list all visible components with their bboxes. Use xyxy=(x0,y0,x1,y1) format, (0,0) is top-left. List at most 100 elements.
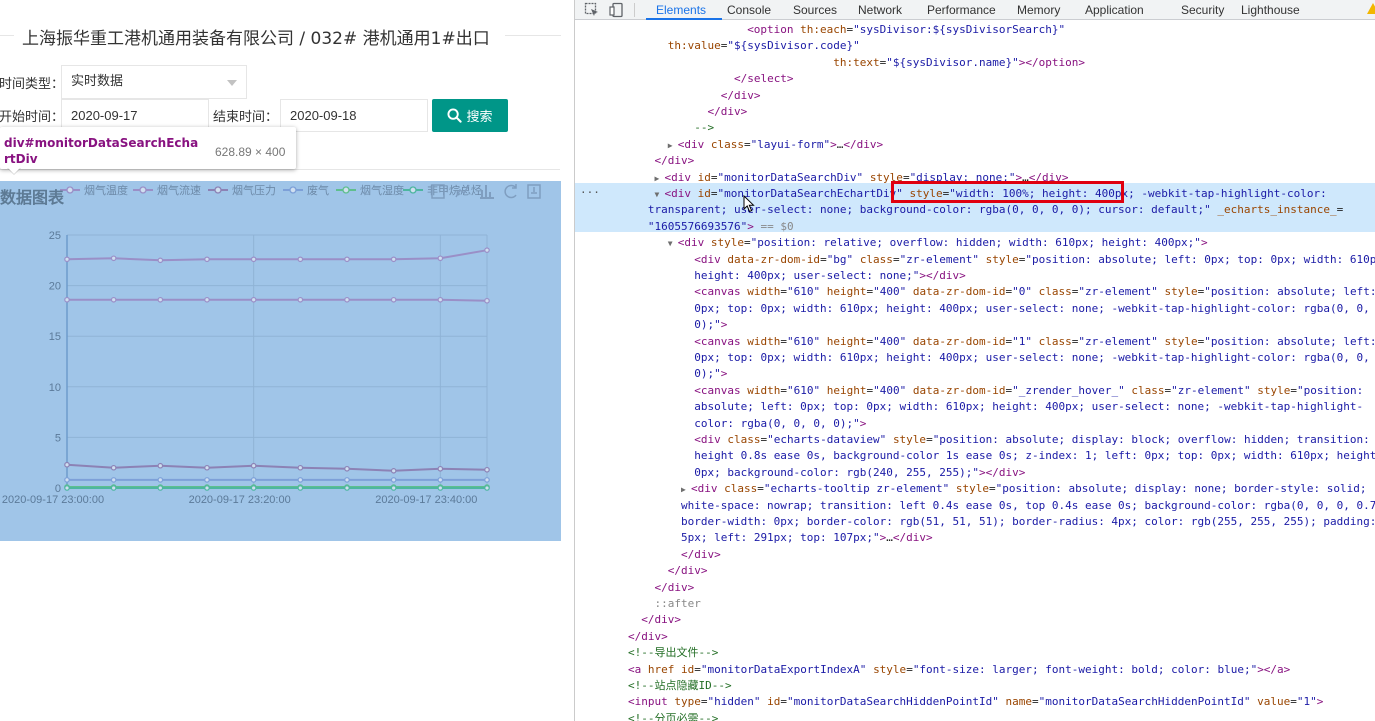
data-point xyxy=(64,461,70,468)
data-point xyxy=(437,296,444,303)
data-point xyxy=(297,256,304,263)
tab-elements[interactable]: Elements xyxy=(656,0,706,20)
dom-node-line[interactable]: </div> xyxy=(575,547,1375,564)
dom-node-line[interactable]: <canvas width="610" height="400" data-zr… xyxy=(575,334,1375,351)
dom-node-line[interactable]: 0);"> xyxy=(575,317,1375,334)
dom-node-line[interactable]: 0px; top: 0px; width: 610px; height: 400… xyxy=(575,350,1375,367)
search-button-label: 搜索 xyxy=(466,110,493,125)
dom-node-line[interactable]: ▼ <div style="position: relative; overflo… xyxy=(575,235,1375,252)
y-tick-label: 25 xyxy=(49,230,61,242)
inspector-tooltip-caret xyxy=(7,167,21,174)
inspect-element-icon[interactable] xyxy=(584,2,600,18)
dom-node-line[interactable]: <canvas width="610" height="400" data-zr… xyxy=(575,284,1375,301)
y-tick-label: 15 xyxy=(49,331,61,343)
data-point xyxy=(64,256,70,263)
dom-node-line[interactable]: <a href id="monitorDataExportIndexA" sty… xyxy=(575,662,1375,679)
data-point xyxy=(110,296,117,303)
end-time-input[interactable]: 2020-09-18 xyxy=(280,99,428,132)
tab-security[interactable]: Security xyxy=(1181,0,1224,20)
tab-memory[interactable]: Memory xyxy=(1017,0,1060,20)
data-point xyxy=(297,296,304,303)
collapse-triangle-icon[interactable]: ▼ xyxy=(668,236,678,252)
data-point xyxy=(250,296,257,303)
dom-node-line[interactable]: </div> xyxy=(575,629,1375,646)
legend-marker xyxy=(342,186,350,194)
dom-node-line[interactable]: <input type="hidden" id="monitorDataSear… xyxy=(575,694,1375,711)
data-point xyxy=(204,296,210,303)
dom-node-line[interactable]: absolute; left: 0px; top: 0px; width: 61… xyxy=(575,399,1375,416)
time-type-select[interactable]: 实时数据 xyxy=(61,65,247,99)
web-page: 上海振华重工港机通用装备有限公司 / 032# 港机通用1#出口 时间类型： 实… xyxy=(0,0,574,721)
dom-node-line[interactable]: white-space: nowrap; transition: left 0.… xyxy=(575,498,1375,515)
dom-node-line[interactable]: th:value="${sysDivisor.code}" xyxy=(575,38,1375,55)
devtools-panel: Elements Console Sources Network Performance… xyxy=(574,0,1375,721)
dom-node-line[interactable]: </div> xyxy=(575,612,1375,629)
dom-node-line[interactable]: ▶ <div class="echarts-tooltip zr-element"… xyxy=(575,481,1375,498)
dom-node-line[interactable]: --> xyxy=(575,120,1375,137)
dom-node-line[interactable]: ::after xyxy=(575,596,1375,613)
dom-node-line[interactable]: 0px; top: 0px; width: 610px; height: 400… xyxy=(575,301,1375,318)
dom-node-line[interactable]: height: 400px; user-select: none;"></div… xyxy=(575,268,1375,285)
dom-node-line[interactable]: </div> xyxy=(575,153,1375,170)
tab-network[interactable]: Network xyxy=(858,0,902,20)
legend-label: 废气 xyxy=(307,183,329,197)
data-point xyxy=(390,296,397,303)
data-point xyxy=(250,462,257,469)
tab-console[interactable]: Console xyxy=(727,0,771,20)
x-tick-label: 2020-09-17 23:00:00 xyxy=(2,494,104,506)
tab-sources[interactable]: Sources xyxy=(793,0,837,20)
dom-node-line[interactable]: ▶ <div class="layui-form">…</div> xyxy=(575,137,1375,154)
data-point xyxy=(157,257,164,264)
search-button[interactable]: 搜索 xyxy=(432,99,508,132)
data-point xyxy=(110,485,117,491)
dom-node-line[interactable]: border-width: 0px; border-color: rgb(51,… xyxy=(575,514,1375,531)
save-image-icon xyxy=(527,184,541,199)
dom-node-line[interactable]: height 0.8s ease 0s, background-color 1s… xyxy=(575,448,1375,465)
tab-lighthouse[interactable]: Lighthouse xyxy=(1241,0,1300,20)
dom-node-line[interactable]: </div> xyxy=(575,88,1375,105)
dom-node-line[interactable]: <div data-zr-dom-id="bg" class="zr-eleme… xyxy=(575,252,1375,269)
data-point xyxy=(344,256,350,263)
data-point xyxy=(297,485,304,491)
time-type-value: 实时数据 xyxy=(71,74,124,89)
elements-dom-tree[interactable]: ··· <option th:each="sysDivisor:${sysDiv… xyxy=(575,20,1375,721)
dom-node-line[interactable]: 0px; background-color: rgb(240, 255, 255… xyxy=(575,465,1375,482)
data-point xyxy=(110,477,117,483)
dom-node-line[interactable]: 0);"> xyxy=(575,366,1375,383)
dom-node-line[interactable]: <!--导出文件--> xyxy=(575,645,1375,662)
toolbar-divider xyxy=(634,3,635,17)
data-point xyxy=(437,465,444,472)
chart-container-highlight: 0 5 10 15 20 25 2020-09-17 23:00:00 2020-09-17 … xyxy=(0,181,561,541)
data-point xyxy=(484,247,490,253)
x-tick-label: 2020-09-17 23:40:00 xyxy=(375,494,477,506)
dom-node-line[interactable]: </select> xyxy=(575,71,1375,88)
dom-node-line[interactable]: <!--站点隐藏ID--> xyxy=(575,678,1375,695)
tab-application[interactable]: Application xyxy=(1085,0,1144,20)
dom-node-line[interactable]: th:text="${sysDivisor.name}"></option> xyxy=(575,55,1375,72)
dom-node-line[interactable]: color: rgba(0, 0, 0, 0);"> xyxy=(575,416,1375,433)
warning-icon[interactable] xyxy=(1367,3,1375,14)
dom-node-line[interactable]: </div> xyxy=(575,563,1375,580)
data-point xyxy=(157,477,164,483)
collapse-triangle-icon[interactable]: ▼ xyxy=(654,187,664,203)
device-toolbar-icon[interactable] xyxy=(609,2,625,18)
data-point xyxy=(484,485,490,491)
tab-performance[interactable]: Performance xyxy=(927,0,996,20)
dom-node-line[interactable]: <canvas width="610" height="400" data-zr… xyxy=(575,383,1375,400)
dom-node-line[interactable]: "1605576693576"> == $0 xyxy=(575,219,1375,236)
dom-node-line[interactable]: <option th:each="sysDivisor:${sysDivisor… xyxy=(575,22,1375,39)
expand-triangle-icon[interactable]: ▶ xyxy=(654,171,664,187)
expand-triangle-icon[interactable]: ▶ xyxy=(681,482,691,498)
time-type-label: 时间类型： xyxy=(0,77,65,92)
expand-triangle-icon[interactable]: ▶ xyxy=(668,138,678,154)
data-point xyxy=(250,256,257,263)
dom-node-line[interactable]: </div> xyxy=(575,580,1375,597)
dom-node-line[interactable]: <div class="echarts-dataview" style="pos… xyxy=(575,432,1375,449)
dom-node-line[interactable]: <!--分页必需--> xyxy=(575,711,1375,721)
dom-node-line[interactable]: 5px; left: 291px; top: 107px;">…</div> xyxy=(575,530,1375,547)
data-point xyxy=(157,296,164,303)
dom-node-line[interactable]: </div> xyxy=(575,104,1375,121)
inspector-tooltip-size: 628.89 × 400 xyxy=(215,145,286,159)
dom-node-line[interactable]: transparent; user-select: none; backgrou… xyxy=(575,202,1375,219)
data-point xyxy=(484,477,490,483)
